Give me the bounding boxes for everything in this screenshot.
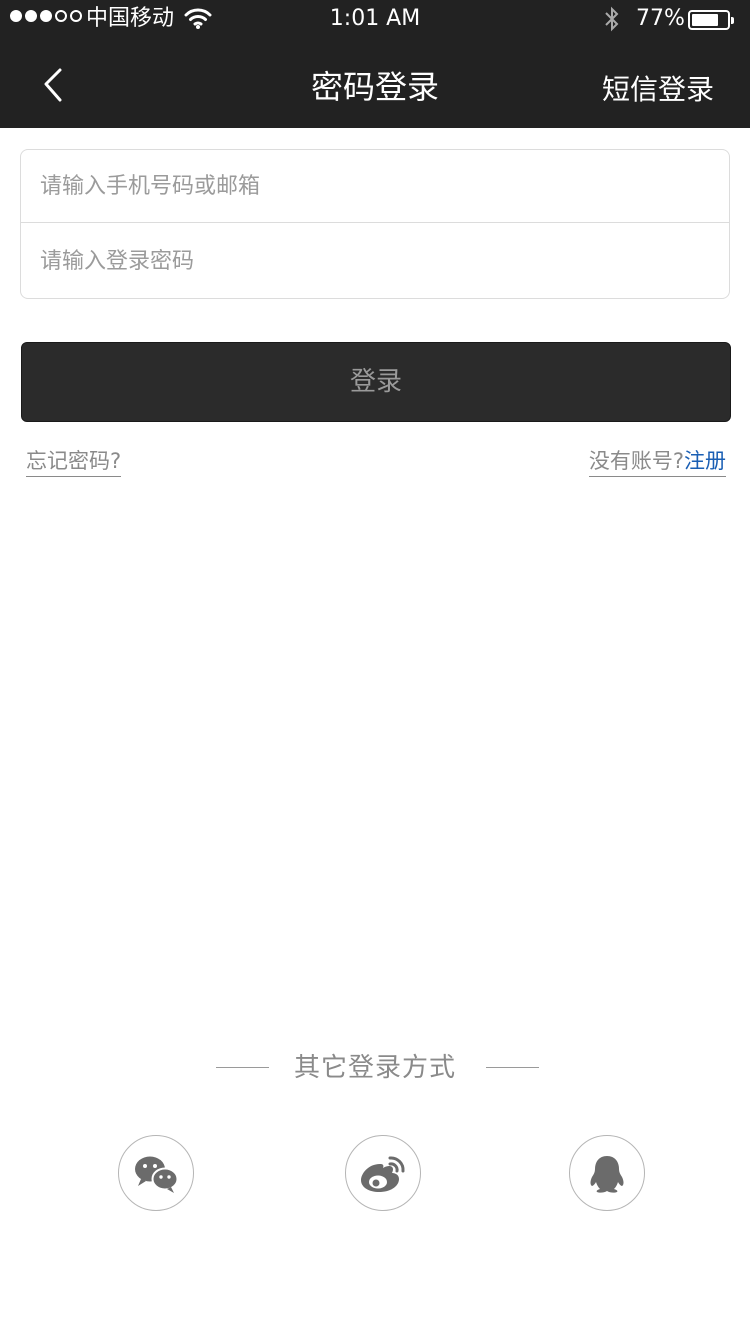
register-link[interactable]: 注册 <box>684 446 726 476</box>
qq-icon <box>590 1156 624 1193</box>
no-account-label: 没有账号? <box>588 449 684 473</box>
bluetooth-icon <box>605 6 619 32</box>
forgot-password-link[interactable]: 忘记密码? <box>26 446 122 477</box>
nav-bar: 密码登录 短信登录 <box>0 40 750 128</box>
login-form <box>20 149 730 299</box>
battery-icon <box>688 10 734 30</box>
account-input[interactable] <box>21 150 729 222</box>
other-login-header: 其它登录方式 <box>0 1048 750 1088</box>
qq-login-button[interactable] <box>569 1135 645 1211</box>
other-login-title: 其它登录方式 <box>293 1053 456 1083</box>
header: 中国移动 1:01 AM 77% 密码登录 短信登录 <box>0 0 750 128</box>
wechat-login-button[interactable] <box>118 1135 194 1211</box>
wechat-icon <box>135 1156 179 1193</box>
divider-line-right <box>486 1067 539 1068</box>
weibo-login-button[interactable] <box>345 1135 421 1211</box>
battery-percent: 77% <box>636 6 685 31</box>
sms-login-button[interactable]: 短信登录 <box>602 70 714 110</box>
login-button[interactable]: 登录 <box>21 342 731 422</box>
password-input[interactable] <box>21 223 729 299</box>
weibo-icon <box>361 1156 405 1192</box>
login-screen: 中国移动 1:01 AM 77% 密码登录 短信登录 请输入手机号码或邮箱 登录… <box>0 0 750 1334</box>
status-bar: 中国移动 1:01 AM 77% <box>0 0 750 40</box>
register-prompt: 没有账号? 注册 <box>588 446 726 477</box>
battery-fill <box>692 14 718 26</box>
